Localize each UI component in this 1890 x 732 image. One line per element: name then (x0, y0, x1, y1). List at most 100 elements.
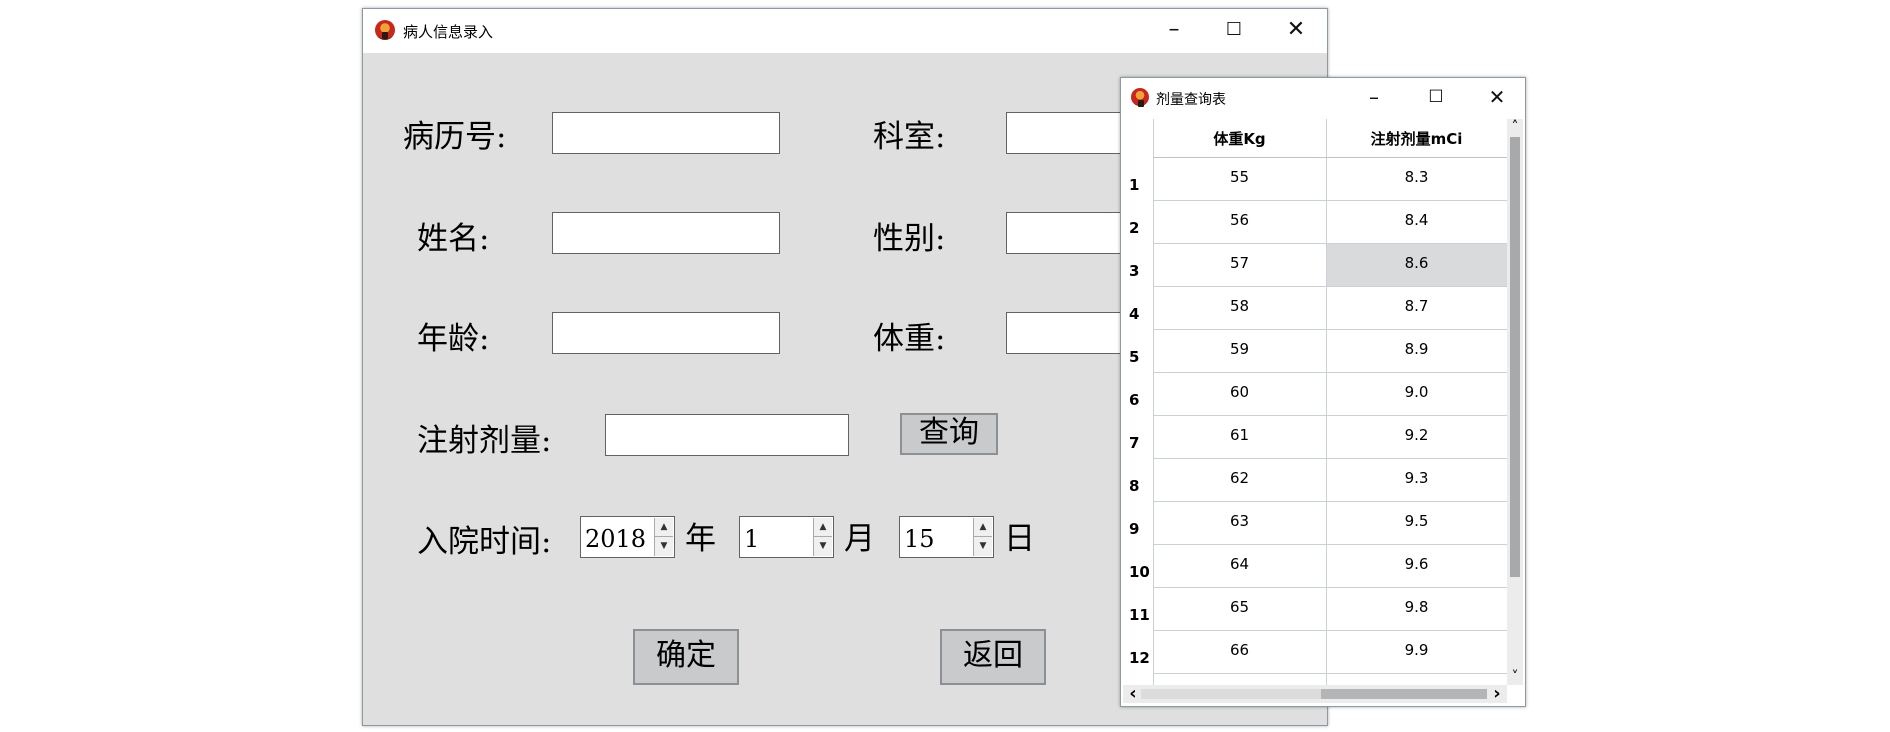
dose-table-window: 剂量查询表 – ☐ ✕ 体重Kg 注射剂量mCi 1 55 8.3 2 56 8… (1120, 77, 1526, 707)
weight-cell[interactable]: 65 (1153, 598, 1326, 616)
horizontal-scroll-thumb[interactable] (1141, 689, 1321, 699)
day-spin-arrows[interactable]: ▲ ▼ (973, 518, 992, 556)
row-header[interactable]: 4 (1123, 305, 1153, 323)
age-input[interactable] (552, 312, 780, 354)
row-header[interactable]: 8 (1123, 477, 1153, 495)
weight-cell[interactable]: 63 (1153, 512, 1326, 530)
horizontal-scroll-track-dark (1321, 689, 1487, 699)
record-no-input[interactable] (552, 112, 780, 154)
spin-up-icon[interactable]: ▲ (974, 518, 992, 537)
name-label: 姓名: (417, 221, 490, 257)
month-unit-label: 月 (844, 521, 875, 557)
grid-line (1153, 286, 1507, 287)
weight-cell[interactable]: 56 (1153, 211, 1326, 229)
scroll-right-icon[interactable]: › (1489, 685, 1505, 703)
row-header[interactable]: 2 (1123, 219, 1153, 237)
year-stepper[interactable]: 2018 ▲ ▼ (580, 516, 675, 558)
dose-cell[interactable]: 9.6 (1326, 555, 1507, 573)
dose-cell[interactable]: 9.2 (1326, 426, 1507, 444)
dose-cell[interactable]: 8.7 (1326, 297, 1507, 315)
grid-line (1153, 544, 1507, 545)
dose-cell[interactable]: 9.0 (1326, 383, 1507, 401)
weight-cell[interactable]: 61 (1153, 426, 1326, 444)
dose-cell[interactable]: 8.9 (1326, 340, 1507, 358)
grid-line (1153, 458, 1507, 459)
year-unit-label: 年 (685, 521, 716, 557)
spin-down-icon[interactable]: ▼ (974, 537, 992, 556)
row-header[interactable]: 10 (1123, 563, 1153, 581)
weight-cell[interactable]: 66 (1153, 641, 1326, 659)
confirm-button[interactable]: 确定 (633, 629, 739, 685)
weight-cell[interactable]: 57 (1153, 254, 1326, 272)
weight-cell[interactable]: 55 (1153, 168, 1326, 186)
row-header[interactable]: 11 (1123, 606, 1153, 624)
weight-cell[interactable]: 58 (1153, 297, 1326, 315)
dose-table: 体重Kg 注射剂量mCi 1 55 8.3 2 56 8.4 3 57 8.6 … (1123, 119, 1507, 685)
month-value: 1 (744, 525, 760, 553)
maximize-button[interactable]: ☐ (1220, 19, 1248, 41)
weight-cell[interactable]: 60 (1153, 383, 1326, 401)
vertical-scrollbar[interactable]: ˄ ˅ (1507, 119, 1523, 685)
title-bar[interactable]: 病人信息录入 – ☐ ✕ (363, 9, 1327, 53)
dose-cell[interactable]: 9.5 (1326, 512, 1507, 530)
row-header[interactable]: 6 (1123, 391, 1153, 409)
weight-cell[interactable]: 62 (1153, 469, 1326, 487)
dose-cell[interactable]: 9.8 (1326, 598, 1507, 616)
weight-cell[interactable]: 64 (1153, 555, 1326, 573)
spin-down-icon[interactable]: ▼ (814, 537, 832, 556)
grid-line (1153, 372, 1507, 373)
grid-line (1153, 157, 1507, 158)
vertical-scroll-thumb[interactable] (1510, 137, 1520, 577)
row-header[interactable]: 12 (1123, 649, 1153, 667)
spin-up-icon[interactable]: ▲ (655, 518, 673, 537)
app-icon (375, 20, 395, 40)
day-stepper[interactable]: 15 ▲ ▼ (899, 516, 994, 558)
month-spin-arrows[interactable]: ▲ ▼ (813, 518, 832, 556)
dose-label: 注射剂量: (417, 423, 552, 459)
dose-input[interactable] (605, 414, 849, 456)
year-value: 2018 (585, 525, 647, 553)
row-header[interactable]: 1 (1123, 176, 1153, 194)
grid-line (1153, 673, 1507, 674)
row-header[interactable]: 7 (1123, 434, 1153, 452)
admit-time-label: 入院时间: (417, 524, 552, 560)
dose-cell[interactable]: 8.3 (1326, 168, 1507, 186)
table-window-title: 剂量查询表 (1156, 92, 1226, 108)
dose-cell[interactable]: 8.6 (1326, 254, 1507, 272)
row-header[interactable]: 3 (1123, 262, 1153, 280)
scroll-left-icon[interactable]: ‹ (1125, 685, 1141, 703)
year-spin-arrows[interactable]: ▲ ▼ (654, 518, 673, 556)
gender-label: 性别: (873, 221, 946, 257)
app-icon (1131, 88, 1149, 107)
table-close-button[interactable]: ✕ (1483, 86, 1511, 108)
department-label: 科室: (873, 119, 946, 155)
horizontal-scrollbar[interactable]: ‹ › (1123, 685, 1507, 703)
dose-cell[interactable]: 9.3 (1326, 469, 1507, 487)
table-minimize-button[interactable]: – (1360, 86, 1388, 108)
dose-cell[interactable]: 9.9 (1326, 641, 1507, 659)
query-button[interactable]: 查询 (900, 413, 998, 455)
table-title-bar[interactable]: 剂量查询表 – ☐ ✕ (1121, 78, 1525, 118)
close-button[interactable]: ✕ (1282, 19, 1310, 41)
day-unit-label: 日 (1004, 521, 1035, 557)
column-header-weight[interactable]: 体重Kg (1153, 128, 1326, 149)
grid-line (1153, 329, 1507, 330)
column-header-dose[interactable]: 注射剂量mCi (1326, 128, 1507, 149)
back-button[interactable]: 返回 (940, 629, 1046, 685)
minimize-button[interactable]: – (1160, 19, 1188, 41)
grid-line (1153, 243, 1507, 244)
table-maximize-button[interactable]: ☐ (1422, 86, 1450, 108)
age-label: 年龄: (417, 321, 490, 357)
row-header[interactable]: 9 (1123, 520, 1153, 538)
spin-up-icon[interactable]: ▲ (814, 518, 832, 537)
grid-line (1153, 501, 1507, 502)
spin-down-icon[interactable]: ▼ (655, 537, 673, 556)
dose-cell[interactable]: 8.4 (1326, 211, 1507, 229)
scroll-down-icon[interactable]: ˅ (1507, 669, 1523, 685)
grid-line (1153, 200, 1507, 201)
name-input[interactable] (552, 212, 780, 254)
scroll-up-icon[interactable]: ˄ (1507, 119, 1523, 135)
month-stepper[interactable]: 1 ▲ ▼ (739, 516, 834, 558)
weight-cell[interactable]: 59 (1153, 340, 1326, 358)
row-header[interactable]: 5 (1123, 348, 1153, 366)
